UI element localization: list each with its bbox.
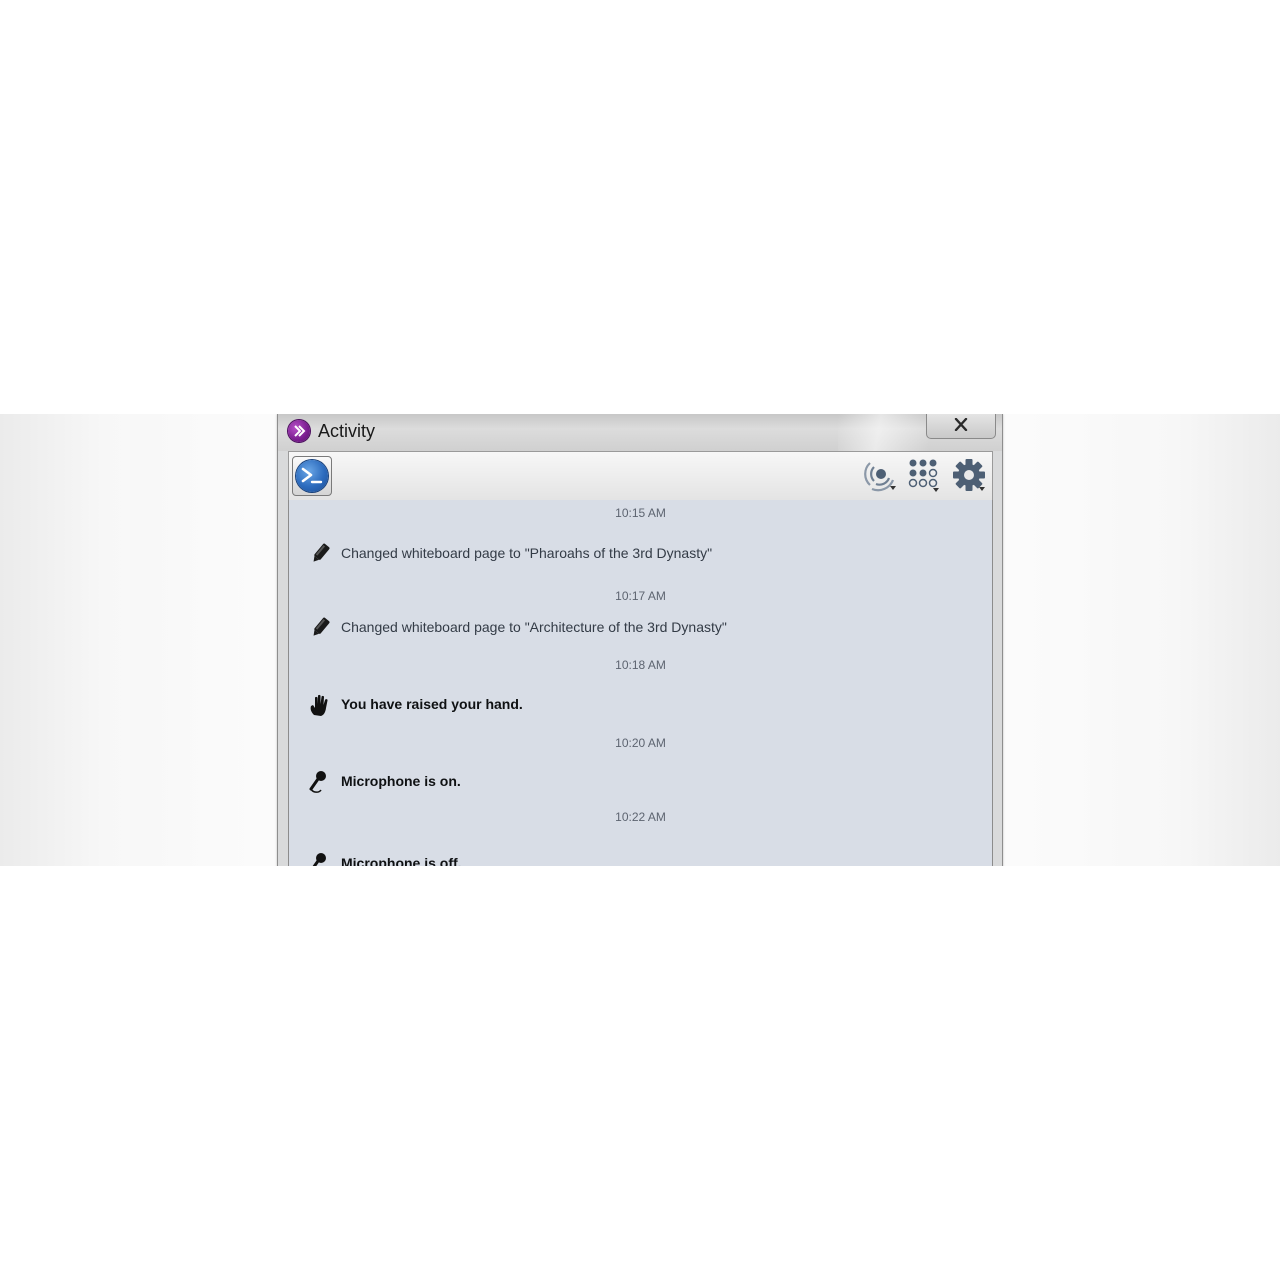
activity-text: You have raised your hand. xyxy=(341,696,523,712)
window-title: Activity xyxy=(318,421,376,441)
screenshot-band: Activity 10:15 AM Changed whiteboard pag… xyxy=(0,414,1280,866)
broadcast-icon xyxy=(864,462,896,492)
activity-feed[interactable]: 10:15 AM Changed whiteboard page to "Pha… xyxy=(288,500,993,866)
seating-grid-icon xyxy=(908,459,939,492)
microphone-icon xyxy=(309,771,326,793)
broadcast-button[interactable] xyxy=(863,458,901,499)
microphone-icon xyxy=(312,853,326,866)
timestamp: 10:15 AM xyxy=(615,506,666,520)
timestamp: 10:22 AM xyxy=(615,810,666,824)
close-icon xyxy=(954,418,968,431)
activity-text: Microphone is off. xyxy=(341,855,462,866)
timestamp: 10:18 AM xyxy=(615,658,666,672)
console-button[interactable] xyxy=(292,456,332,496)
toolbar xyxy=(288,451,993,501)
seating-grid-button[interactable] xyxy=(907,458,945,499)
close-button[interactable] xyxy=(926,414,996,439)
settings-button[interactable] xyxy=(951,458,989,499)
activity-window: Activity 10:15 AM Changed whiteboard pag… xyxy=(277,414,1003,866)
timestamp: 10:20 AM xyxy=(615,736,666,750)
title-bar[interactable]: Activity xyxy=(278,414,1002,451)
activity-text: Changed whiteboard page to "Architecture… xyxy=(341,619,727,635)
activity-text: Changed whiteboard page to "Pharoahs of … xyxy=(341,545,713,561)
activity-text: Microphone is on. xyxy=(341,773,461,789)
marker-icon xyxy=(313,617,330,636)
raised-hand-icon xyxy=(310,694,328,716)
gear-icon xyxy=(953,459,985,491)
timestamp: 10:17 AM xyxy=(615,589,666,603)
marker-icon xyxy=(313,543,330,562)
app-logo-icon xyxy=(288,420,310,442)
